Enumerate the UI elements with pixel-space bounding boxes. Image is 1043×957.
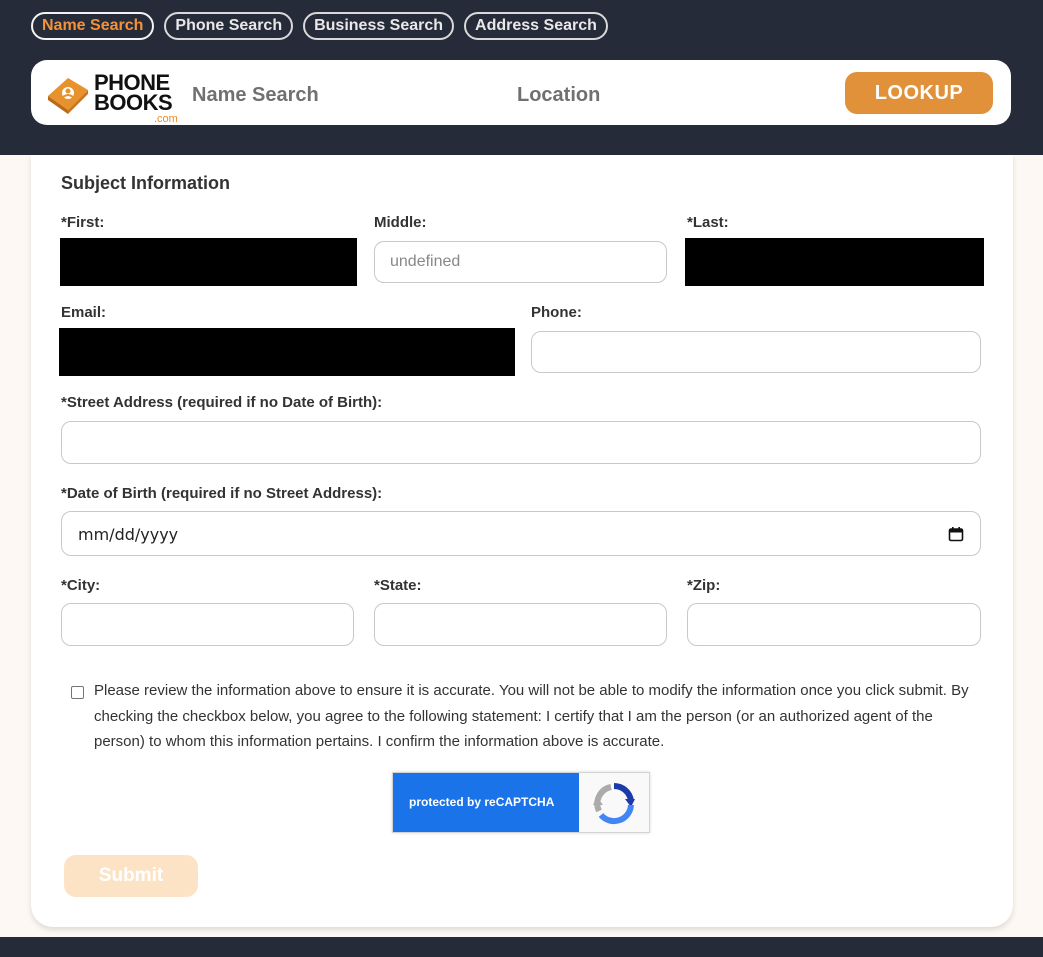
name-search-input[interactable]	[192, 82, 432, 108]
first-name-label: *First:	[61, 214, 105, 231]
recaptcha-text: protected by reCAPTCHA	[409, 795, 555, 809]
phonebooks-logo[interactable]: PHONE BOOKS .com	[46, 70, 181, 125]
recaptcha-icon	[593, 782, 635, 825]
book-logo-icon	[48, 78, 88, 114]
street-address-field[interactable]	[61, 421, 981, 464]
phone-field[interactable]	[531, 331, 981, 373]
city-field[interactable]	[61, 603, 354, 646]
subject-form-card: Subject Information *First: Middle: *Las…	[31, 155, 1013, 927]
phone-label: Phone:	[531, 304, 582, 321]
tab-address-search[interactable]: Address Search	[464, 12, 608, 40]
state-label: *State:	[374, 577, 422, 594]
email-label: Email:	[61, 304, 107, 321]
search-type-tabs: Name Search Phone Search Business Search…	[31, 12, 608, 40]
city-label: *City:	[61, 577, 101, 594]
email-field-redacted[interactable]	[59, 328, 515, 376]
consent-statement: Please review the information above to e…	[94, 682, 969, 750]
tab-phone-search[interactable]: Phone Search	[164, 12, 294, 40]
footer-bar	[0, 937, 1043, 957]
calendar-icon[interactable]	[948, 526, 964, 542]
lookup-button[interactable]: LOOKUP	[845, 72, 993, 114]
tab-name-search[interactable]: Name Search	[31, 12, 155, 40]
logo-wordmark: PHONE BOOKS	[94, 70, 173, 115]
middle-name-field[interactable]	[374, 241, 667, 283]
last-name-field-redacted[interactable]	[685, 238, 984, 286]
zip-field[interactable]	[687, 603, 981, 646]
street-address-label: *Street Address (required if no Date of …	[61, 394, 383, 411]
first-name-field-redacted[interactable]	[60, 238, 357, 286]
consent-checkbox[interactable]	[71, 686, 84, 699]
date-placeholder: mm/dd/yyyy	[78, 525, 179, 544]
date-of-birth-field[interactable]: mm/dd/yyyy	[61, 511, 981, 556]
recaptcha-badge[interactable]: protected by reCAPTCHA	[392, 772, 650, 833]
zip-label: *Zip:	[687, 577, 721, 594]
section-title: Subject Information	[61, 173, 231, 193]
location-input[interactable]	[517, 82, 757, 108]
search-bar: PHONE BOOKS .com LOOKUP	[31, 60, 1011, 125]
top-navigation: Name Search Phone Search Business Search…	[0, 0, 1043, 155]
tab-business-search[interactable]: Business Search	[303, 12, 455, 40]
logo-suffix: .com	[154, 113, 178, 125]
date-of-birth-label: *Date of Birth (required if no Street Ad…	[61, 485, 383, 502]
middle-name-label: Middle:	[374, 214, 427, 231]
recaptcha-label-panel: protected by reCAPTCHA	[393, 773, 579, 832]
last-name-label: *Last:	[687, 214, 729, 231]
submit-button[interactable]: Submit	[64, 855, 198, 897]
state-field[interactable]	[374, 603, 667, 646]
